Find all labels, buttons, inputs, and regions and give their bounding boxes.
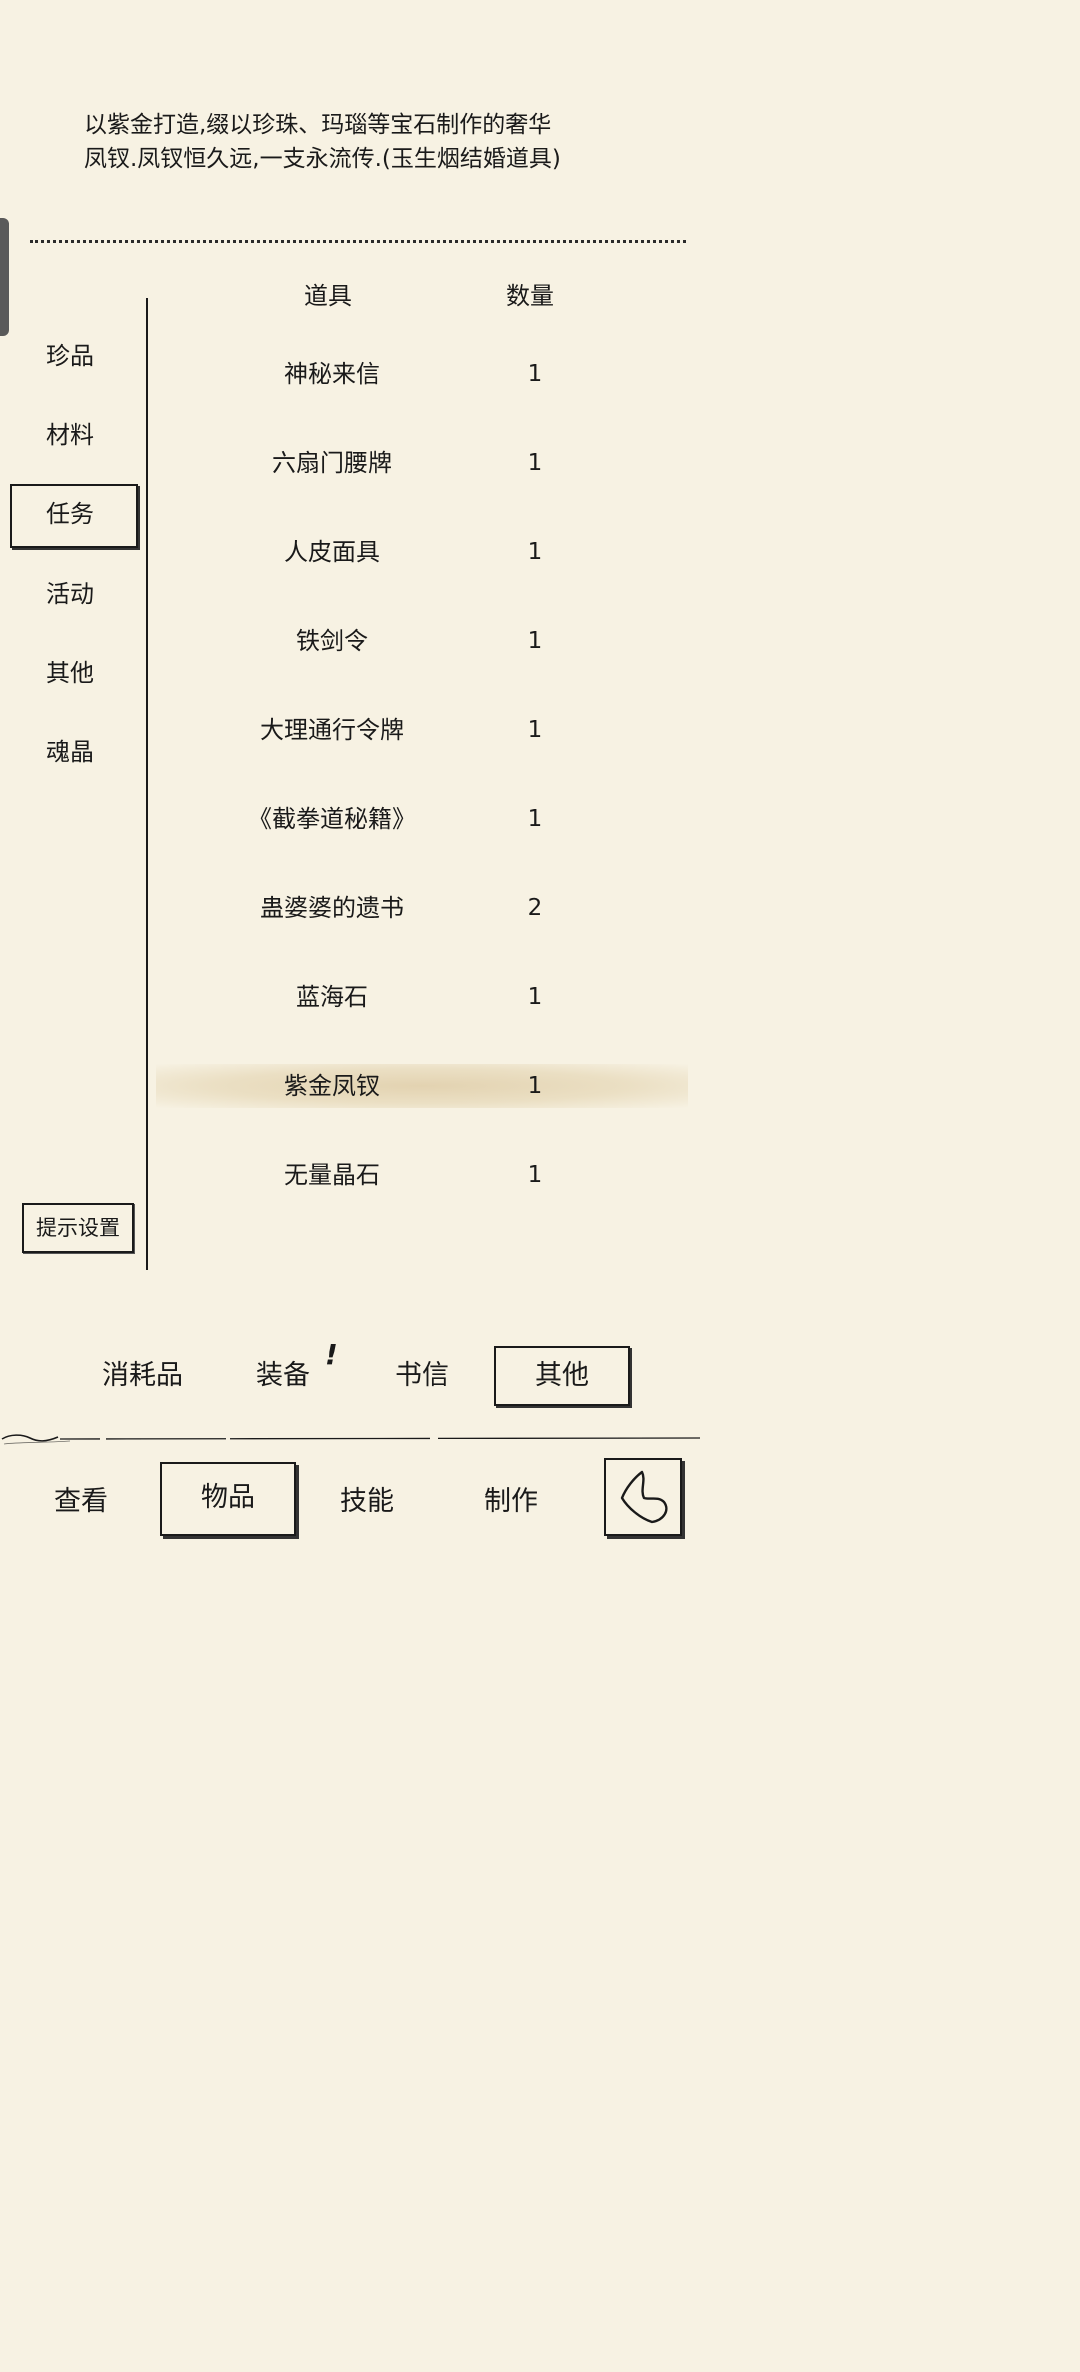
item-quantity: 1 (527, 717, 543, 743)
column-header-quantity: 数量 (506, 282, 554, 310)
back-arrow-icon (620, 1470, 668, 1524)
subtab-equipment[interactable]: 装备 (256, 1346, 310, 1406)
item-description-line-1: 以紫金打造,缀以珍珠、玛瑙等宝石制作的奢华 (84, 112, 552, 138)
item-row[interactable]: 蓝海石 1 (150, 967, 710, 1027)
back-button[interactable] (604, 1458, 682, 1536)
tab-view[interactable]: 查看 (54, 1472, 108, 1532)
item-row[interactable]: 人皮面具 1 (150, 522, 710, 582)
item-row[interactable]: 无量晶石 1 (150, 1145, 710, 1205)
item-row[interactable]: 大理通行令牌 1 (150, 700, 710, 760)
item-name: 人皮面具 (284, 538, 380, 566)
item-row[interactable]: 《截拳道秘籍》 1 (150, 789, 710, 849)
tab-items[interactable]: 物品 (160, 1462, 296, 1536)
ink-brush-divider (1, 1434, 701, 1445)
category-event[interactable]: 活动 (10, 564, 138, 624)
column-header-item: 道具 (304, 282, 352, 310)
item-name: 大理通行令牌 (260, 716, 404, 744)
subtab-other[interactable]: 其他 (494, 1346, 630, 1406)
item-name: 无量晶石 (284, 1161, 380, 1189)
item-quantity: 1 (527, 361, 543, 387)
item-quantity: 2 (527, 895, 543, 921)
hint-settings-button[interactable]: 提示设置 (22, 1203, 134, 1253)
item-quantity: 1 (527, 539, 543, 565)
tab-skills[interactable]: 技能 (340, 1472, 394, 1532)
sidebar-divider (146, 298, 148, 1270)
item-name: 紫金凤钗 (284, 1072, 380, 1100)
dotted-divider (30, 240, 686, 243)
side-scroll-handle[interactable] (0, 218, 9, 336)
item-name: 神秘来信 (284, 360, 380, 388)
subtab-letters[interactable]: 书信 (395, 1346, 449, 1406)
equipment-alert-badge: ! (325, 1338, 338, 1371)
item-quantity: 1 (527, 1073, 543, 1099)
item-row[interactable]: 铁剑令 1 (150, 611, 710, 671)
item-quantity: 1 (527, 806, 543, 832)
item-name: 铁剑令 (296, 627, 368, 655)
item-row[interactable]: 六扇门腰牌 1 (150, 433, 710, 493)
item-name: 《截拳道秘籍》 (248, 805, 416, 833)
item-row[interactable]: 蛊婆婆的遗书 2 (150, 878, 710, 938)
category-other[interactable]: 其他 (10, 643, 138, 703)
item-quantity: 1 (527, 450, 543, 476)
item-row[interactable]: 神秘来信 1 (150, 344, 710, 404)
category-soul-crystal[interactable]: 魂晶 (10, 722, 138, 782)
item-description-line-2: 凤钗.凤钗恒久远,一支永流传.(玉生烟结婚道具) (84, 146, 561, 172)
item-name: 蛊婆婆的遗书 (260, 894, 404, 922)
category-quest[interactable]: 任务 (10, 484, 138, 548)
tab-craft[interactable]: 制作 (484, 1472, 538, 1532)
category-materials[interactable]: 材料 (10, 405, 138, 465)
category-treasure[interactable]: 珍品 (10, 326, 138, 386)
item-row-selected[interactable]: 紫金凤钗 1 (150, 1056, 710, 1116)
item-description: 以紫金打造,缀以珍珠、玛瑙等宝石制作的奢华 凤钗.凤钗恒久远,一支永流传.(玉生… (84, 108, 684, 176)
subtab-consumables[interactable]: 消耗品 (102, 1346, 183, 1406)
item-quantity: 1 (527, 1162, 543, 1188)
item-quantity: 1 (527, 984, 543, 1010)
item-name: 六扇门腰牌 (272, 449, 392, 477)
item-name: 蓝海石 (296, 983, 368, 1011)
item-quantity: 1 (527, 628, 543, 654)
